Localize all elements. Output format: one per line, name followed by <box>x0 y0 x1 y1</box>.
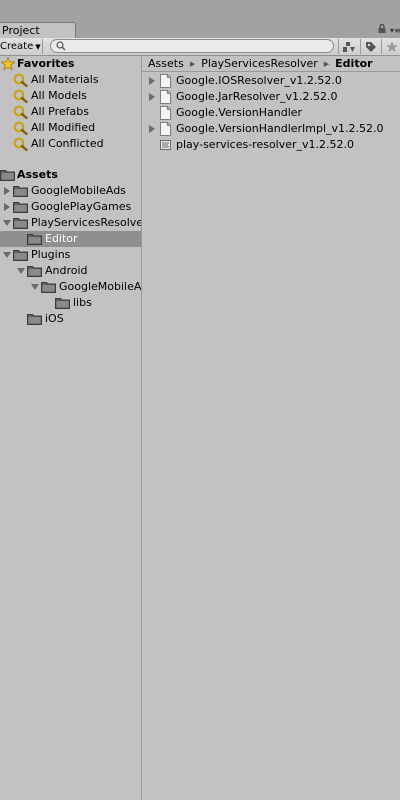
folder-icon <box>41 281 56 293</box>
search-filter-icon <box>13 137 28 151</box>
tree-item-label: GoogleMobileAds <box>59 280 142 293</box>
tree-item[interactable]: PlayServicesResolver <box>0 215 141 231</box>
folder-icon <box>13 201 28 213</box>
tree-item[interactable]: iOS <box>0 311 141 327</box>
favorites-title: Favorites <box>17 57 75 70</box>
breadcrumb-item[interactable]: PlayServicesResolver <box>201 57 318 70</box>
file-list-pane[interactable]: Assets ▶ PlayServicesResolver ▶ Editor Googl… <box>142 56 400 800</box>
collapse-arrow-icon[interactable] <box>17 267 25 275</box>
tree-item-label: Editor <box>45 232 78 245</box>
folder-icon <box>27 313 42 325</box>
search-input[interactable] <box>69 40 319 52</box>
breadcrumb-current[interactable]: Editor <box>335 57 372 70</box>
search-icon <box>56 41 66 51</box>
folder-icon <box>13 185 28 197</box>
file-name: play-services-resolver_v1.2.52.0 <box>176 138 355 151</box>
tree-item[interactable]: GoogleMobileAds <box>0 279 141 295</box>
breadcrumb-separator-icon: ▶ <box>189 60 196 68</box>
create-label: Create <box>0 41 34 52</box>
tree-root-assets[interactable]: Assets <box>0 167 141 183</box>
tab-project-label: Project <box>2 24 40 37</box>
folder-tree-pane[interactable]: Favorites All Materials All Models All P… <box>0 56 142 800</box>
collapse-arrow-icon[interactable] <box>3 219 11 227</box>
folder-icon <box>13 249 28 261</box>
file-name: Google.IOSResolver_v1.2.52.0 <box>176 74 342 87</box>
favorite-item-label: All Materials <box>31 73 99 86</box>
search-filter-icon <box>13 89 28 103</box>
folder-icon <box>13 217 28 229</box>
tree-item-label: Android <box>45 264 88 277</box>
tree-item-label: GooglePlayGames <box>31 200 132 213</box>
tag-icon <box>366 41 376 52</box>
file-name: Google.JarResolver_v1.2.52.0 <box>176 90 338 103</box>
expand-arrow-icon[interactable] <box>3 187 11 195</box>
tree-root-label: Assets <box>17 168 58 181</box>
collapse-arrow-icon[interactable] <box>3 251 11 259</box>
project-toolbar: Create ▼ <box>0 38 400 56</box>
dll-file-icon <box>160 90 171 104</box>
tree-item[interactable]: libs <box>0 295 141 311</box>
tree-item[interactable]: GoogleMobileAds <box>0 183 141 199</box>
dll-file-icon <box>160 74 171 88</box>
file-row[interactable]: Google.JarResolver_v1.2.52.0 <box>142 89 400 105</box>
folder-icon <box>27 233 42 245</box>
filter-type-icon <box>343 41 355 52</box>
search-field[interactable] <box>50 39 334 53</box>
file-row[interactable]: Google.VersionHandler <box>142 105 400 121</box>
favorite-item-label: All Modified <box>31 121 96 134</box>
folder-icon <box>27 265 42 277</box>
expand-arrow-icon[interactable] <box>3 203 11 211</box>
filter-by-label-button[interactable] <box>360 39 381 54</box>
file-row[interactable]: play-services-resolver_v1.2.52.0 <box>142 137 400 153</box>
file-name: Google.VersionHandlerImpl_v1.2.52.0 <box>176 122 384 135</box>
create-dropdown-button[interactable]: Create ▼ <box>0 39 43 54</box>
dropdown-arrow-icon: ▼ <box>35 43 41 51</box>
filter-by-type-button[interactable] <box>338 39 359 54</box>
favorite-item[interactable]: All Conflicted <box>0 136 141 152</box>
tab-bar: Project ▾≡ <box>0 0 400 38</box>
tree-item[interactable]: Plugins <box>0 247 141 263</box>
expand-arrow-icon[interactable] <box>148 125 156 133</box>
favorites-header[interactable]: Favorites <box>0 56 141 72</box>
tree-item-label: iOS <box>45 312 64 325</box>
tree-item-label: Plugins <box>31 248 71 261</box>
tree-item[interactable]: GooglePlayGames <box>0 199 141 215</box>
folder-icon <box>0 169 15 181</box>
expand-arrow-icon[interactable] <box>148 77 156 85</box>
search-filter-icon <box>13 105 28 119</box>
breadcrumb-separator-icon: ▶ <box>323 60 330 68</box>
file-row[interactable]: Google.VersionHandlerImpl_v1.2.52.0 <box>142 121 400 137</box>
file-icon <box>160 106 171 120</box>
favorite-item-label: All Prefabs <box>31 105 89 118</box>
favorite-item-label: All Conflicted <box>31 137 104 150</box>
dll-file-icon <box>160 122 171 136</box>
breadcrumb: Assets ▶ PlayServicesResolver ▶ Editor <box>142 56 400 72</box>
menu-icon[interactable]: ▾≡ <box>390 26 400 35</box>
lock-icon[interactable] <box>378 24 386 33</box>
tree-item[interactable]: Android <box>0 263 141 279</box>
file-row[interactable]: Google.IOSResolver_v1.2.52.0 <box>142 73 400 89</box>
favorite-item[interactable]: All Materials <box>0 72 141 88</box>
search-filter-icon <box>13 121 28 135</box>
favorites-star-icon <box>1 57 15 71</box>
file-name: Google.VersionHandler <box>176 106 303 119</box>
tree-item-label: GoogleMobileAds <box>31 184 126 197</box>
tab-project[interactable]: Project <box>0 22 76 38</box>
favorite-search-button[interactable] <box>381 39 400 54</box>
tree-item-selected[interactable]: Editor <box>0 231 141 247</box>
favorite-item[interactable]: All Prefabs <box>0 104 141 120</box>
text-file-icon <box>160 138 171 152</box>
favorite-item-label: All Models <box>31 89 87 102</box>
favorite-item[interactable]: All Modified <box>0 120 141 136</box>
folder-icon <box>55 297 70 309</box>
collapse-arrow-icon[interactable] <box>31 283 39 291</box>
favorite-item[interactable]: All Models <box>0 88 141 104</box>
star-icon <box>386 41 398 52</box>
tree-item-label: PlayServicesResolver <box>31 216 142 229</box>
search-filter-icon <box>13 73 28 87</box>
tree-item-label: libs <box>73 296 92 309</box>
expand-arrow-icon[interactable] <box>148 93 156 101</box>
breadcrumb-item[interactable]: Assets <box>148 57 184 70</box>
